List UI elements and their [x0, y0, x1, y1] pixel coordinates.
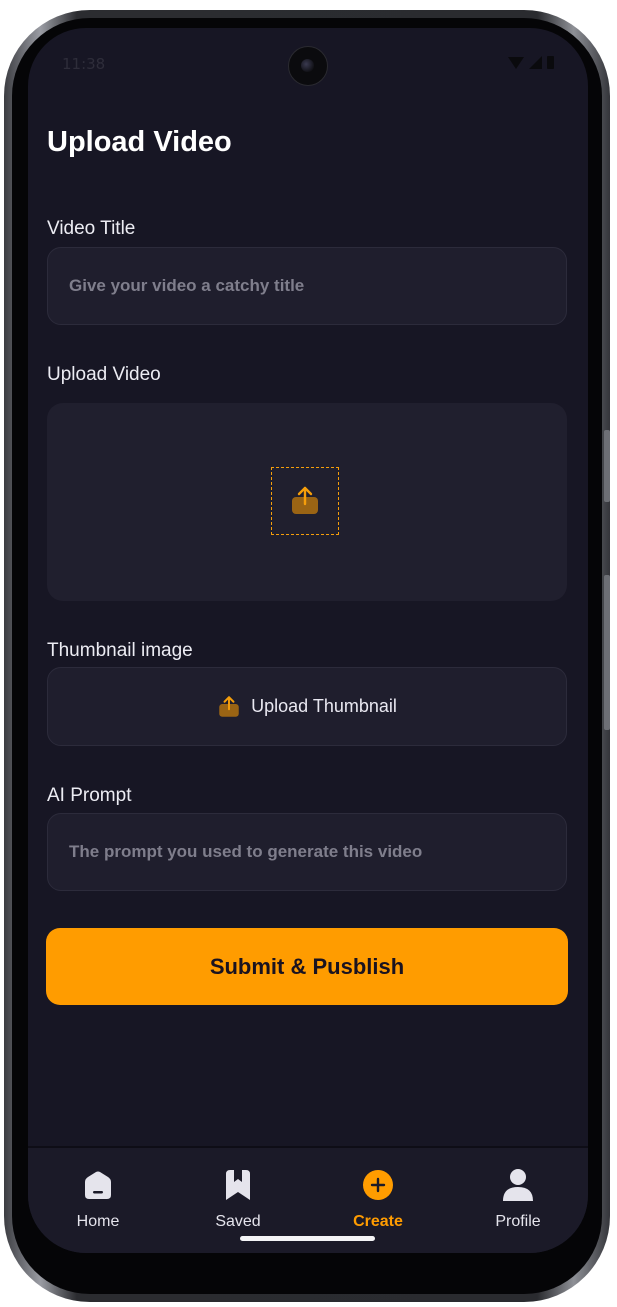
page-title: Upload Video [47, 126, 232, 158]
plus-circle-icon [363, 1170, 393, 1200]
video-title-field [47, 247, 567, 325]
nav-item-saved[interactable]: Saved [168, 1148, 308, 1243]
video-upload-target[interactable] [271, 467, 339, 535]
ai-prompt-input[interactable] [48, 814, 566, 890]
submit-publish-button[interactable]: Submit & Pusblish [46, 928, 568, 1005]
upload-icon [219, 695, 239, 717]
upload-thumbnail-label: Upload Thumbnail [251, 696, 397, 716]
nav-item-profile[interactable]: Profile [448, 1148, 588, 1243]
nav-label-profile: Profile [495, 1213, 541, 1230]
profile-icon [503, 1169, 533, 1201]
status-icons [508, 56, 554, 69]
nav-item-create[interactable]: Create [308, 1148, 448, 1243]
nav-label-create: Create [353, 1213, 403, 1230]
ai-prompt-label: AI Prompt [47, 785, 132, 806]
ai-prompt-field [47, 813, 567, 891]
power-button [604, 575, 610, 730]
signal-icon [529, 56, 542, 69]
upload-video-label: Upload Video [47, 364, 161, 385]
nav-item-home[interactable]: Home [28, 1148, 168, 1243]
home-icon [85, 1171, 111, 1199]
wifi-icon [508, 56, 524, 69]
home-indicator[interactable] [240, 1236, 375, 1241]
video-upload-dropzone[interactable] [47, 403, 567, 601]
video-title-input[interactable] [48, 248, 566, 324]
front-camera [288, 46, 328, 86]
battery-icon [547, 56, 554, 69]
upload-thumbnail-button[interactable]: Upload Thumbnail [47, 667, 567, 746]
video-title-label: Video Title [47, 218, 136, 239]
app-screen: 11:38 Upload Video Video Title Upload Vi… [28, 28, 588, 1253]
bookmark-icon [226, 1170, 250, 1200]
status-time: 11:38 [62, 55, 106, 73]
upload-icon [292, 486, 318, 514]
nav-label-home: Home [76, 1213, 120, 1230]
status-bar: 11:38 [28, 28, 588, 98]
thumbnail-label: Thumbnail image [47, 640, 193, 661]
volume-button [604, 430, 610, 502]
nav-label-saved: Saved [215, 1213, 261, 1230]
